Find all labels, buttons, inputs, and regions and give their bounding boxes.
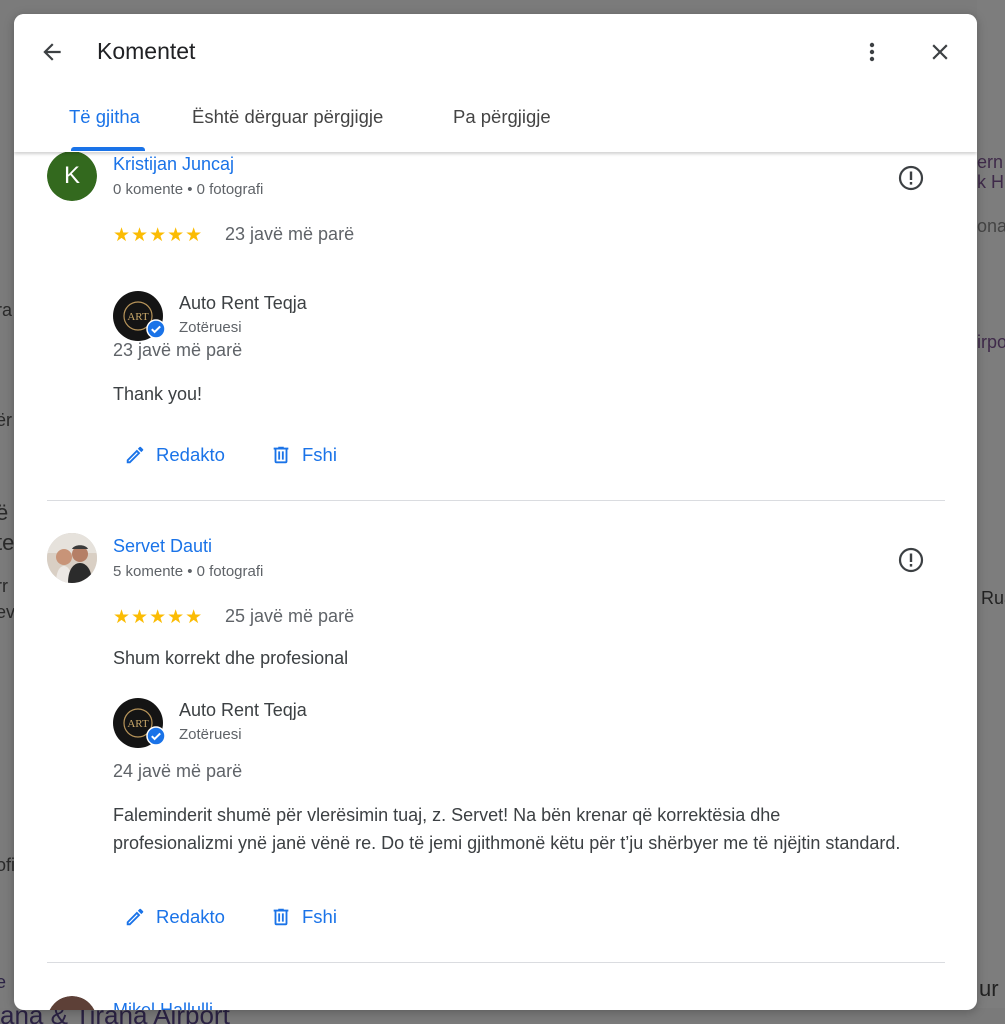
edit-label: Redakto: [156, 906, 225, 927]
trash-icon: [273, 446, 289, 464]
review-date: 25 javë më parë: [225, 606, 355, 626]
bg-text: ern: [977, 152, 1004, 172]
delete-label: Fshi: [302, 444, 337, 465]
tab-unreplied[interactable]: Pa përgjigje: [453, 106, 551, 128]
profile-photo-icon: [47, 533, 97, 583]
more-vert-icon: [869, 42, 875, 62]
arrow-back-icon: [43, 43, 61, 61]
avatar-letter: M: [47, 996, 97, 1010]
reply-date: 23 javë më parë: [113, 340, 243, 360]
reply-text: Thank you!: [113, 384, 203, 404]
active-tab-indicator: [71, 147, 145, 151]
close-icon: [932, 44, 948, 60]
bg-text: Rua: [981, 588, 1005, 608]
bg-text: rr: [0, 576, 8, 596]
avatar-letter: K: [47, 151, 97, 201]
bg-text: te: [0, 530, 15, 555]
verified-icon: [146, 319, 166, 339]
bg-text: ona: [977, 216, 1005, 236]
owner-name: Auto Rent Teqja: [179, 293, 307, 313]
dialog-header: Komentet Të gjitha Është dërguar përgjig…: [14, 14, 977, 152]
avatar[interactable]: M: [47, 996, 97, 1010]
divider: [47, 500, 945, 501]
owner-role: Zotëruesi: [179, 726, 242, 743]
reviewer-name[interactable]: Mikel Hallulli: [113, 1000, 213, 1010]
divider: [47, 962, 945, 963]
report-icon[interactable]: [897, 164, 925, 192]
bg-text: ë: [0, 500, 9, 525]
bg-place-title: ana & Tirana Airport: [0, 1008, 230, 1024]
report-icon[interactable]: [897, 546, 925, 574]
reviewer-name[interactable]: Servet Dauti: [113, 536, 212, 557]
star-rating: ★★★★★: [113, 225, 204, 246]
review-text: Shum korrekt dhe profesional: [113, 648, 349, 668]
star-rating: ★★★★★: [113, 607, 204, 628]
avatar[interactable]: [47, 533, 97, 583]
reviews-dialog: Komentet Të gjitha Është dërguar përgjig…: [14, 14, 977, 1010]
reviewer-name[interactable]: Kristijan Juncaj: [113, 154, 234, 175]
back-button[interactable]: [36, 36, 68, 68]
trash-icon: [273, 908, 289, 926]
background-bottom-strip: ana & Tirana Airport: [0, 1008, 1005, 1024]
reply-date: 24 javë më parë: [113, 761, 243, 781]
reviews-list[interactable]: K Kristijan Juncaj 0 komente • 0 fotogra…: [14, 151, 977, 1010]
bg-text: ra: [0, 300, 13, 320]
bg-text: ër: [0, 410, 13, 430]
close-button[interactable]: [924, 36, 956, 68]
owner-role: Zotëruesi: [179, 319, 242, 336]
background-right-strip: ern rk H ona irpo Rua ur: [971, 0, 1005, 1024]
bg-text: e: [0, 972, 7, 992]
tab-all[interactable]: Të gjitha: [69, 106, 140, 128]
bg-text: ur: [979, 976, 999, 1001]
reviewer-meta: 5 komente • 0 fotografi: [113, 563, 264, 580]
owner-name: Auto Rent Teqja: [179, 700, 307, 720]
bg-text: ev: [0, 602, 16, 622]
delete-reply-button[interactable]: Fshi: [270, 906, 337, 928]
bg-text: irpo: [977, 332, 1005, 352]
verified-icon: [146, 726, 166, 746]
delete-reply-button[interactable]: Fshi: [270, 444, 337, 466]
reply-text: Faleminderit shumë për vlerësimin tuaj, …: [113, 805, 901, 853]
dialog-title: Komentet: [97, 38, 196, 64]
edit-icon: [126, 908, 144, 926]
avatar[interactable]: K: [47, 151, 97, 201]
edit-icon: [126, 446, 144, 464]
edit-reply-button[interactable]: Redakto: [124, 906, 225, 928]
reviewer-meta: 0 komente • 0 fotografi: [113, 181, 264, 198]
tab-replied[interactable]: Është dërguar përgjigje: [192, 106, 383, 128]
more-options-button[interactable]: [860, 36, 884, 68]
edit-reply-button[interactable]: Redakto: [124, 444, 225, 466]
edit-label: Redakto: [156, 444, 225, 465]
delete-label: Fshi: [302, 906, 337, 927]
review-date: 23 javë më parë: [225, 224, 355, 244]
bg-text: ofi: [0, 855, 16, 875]
